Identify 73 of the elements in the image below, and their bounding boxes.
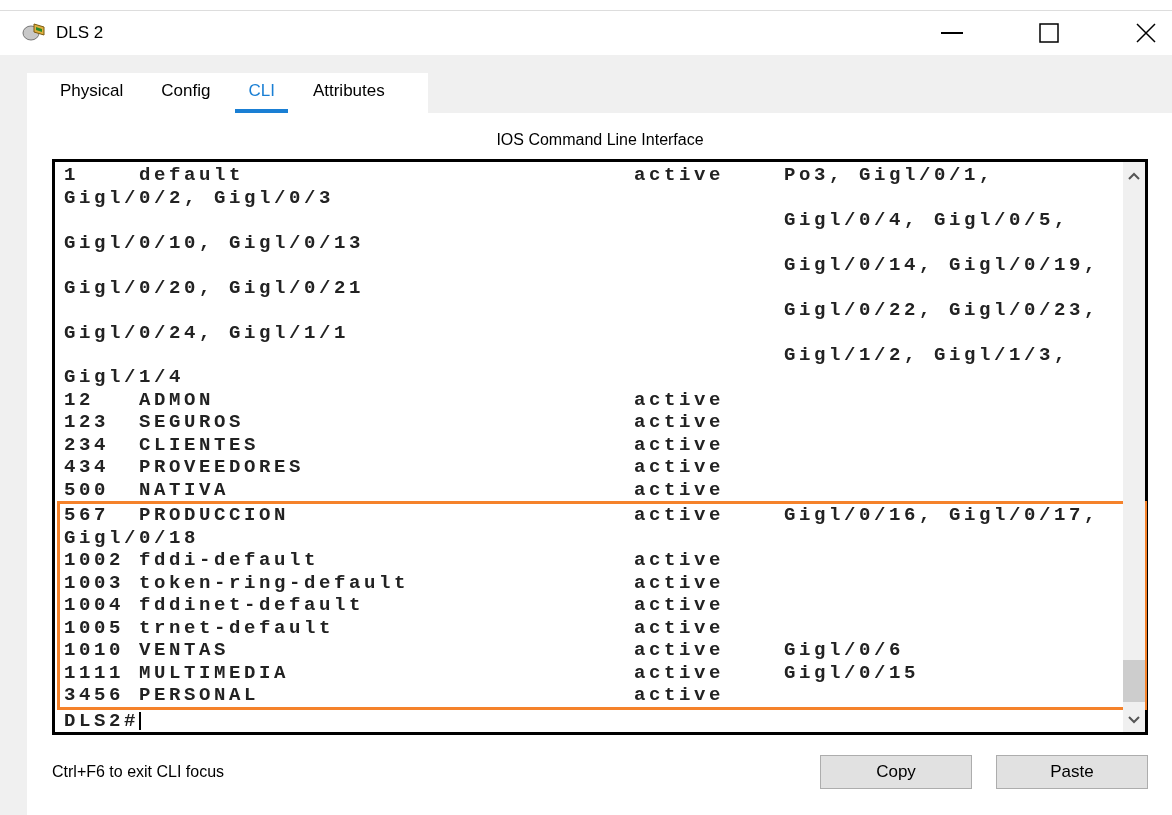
vlan-id: 1010 <box>64 639 125 662</box>
vlan-id: 3456 <box>64 684 125 707</box>
footer-button[interactable]: Paste <box>996 755 1148 789</box>
vlan-status: active <box>634 456 725 479</box>
vlan-ports: Po3, Gigl/0/1, <box>784 164 995 187</box>
vlan-status: active <box>634 504 725 527</box>
window-title: DLS 2 <box>56 23 105 43</box>
vlan-status: active <box>634 388 725 411</box>
vlan-id: 567 <box>64 504 110 527</box>
vlan-id: 434 <box>64 456 110 479</box>
close-icon[interactable] <box>1136 23 1156 43</box>
vlan-id: 1 <box>64 164 80 187</box>
vlan-status: active <box>634 616 725 639</box>
tab[interactable]: Config <box>148 73 224 113</box>
maximize-icon[interactable] <box>1039 23 1059 43</box>
vlan-name: trnet-default <box>139 616 336 639</box>
vlan-status: active <box>634 639 725 662</box>
vlan-status: active <box>634 571 725 594</box>
ports-overflow: Gigl/0/10, Gigl/0/13 <box>64 231 365 254</box>
vlan-name: MULTIMEDIA <box>139 661 291 684</box>
vlan-ports: Gigl/0/22, Gigl/0/23, <box>784 299 1100 322</box>
vlan-name: fddinet-default <box>139 594 366 617</box>
ports-overflow: Gigl/0/24, Gigl/1/1 <box>64 321 350 344</box>
vlan-id: 12 <box>64 388 95 411</box>
vlan-status: active <box>634 478 725 501</box>
vlan-name: ADMON <box>139 388 215 411</box>
vlan-status: active <box>634 594 725 617</box>
vlan-id: 234 <box>64 433 110 456</box>
vlan-ports: Gigl/0/6 <box>784 639 904 662</box>
panel-heading: IOS Command Line Interface <box>496 131 704 149</box>
vlan-status: active <box>634 549 725 572</box>
vlan-ports: Gigl/0/16, Gigl/0/17, <box>784 504 1100 527</box>
vlan-id: 1002 <box>64 549 125 572</box>
vlan-status: active <box>634 433 725 456</box>
focus-hint: Ctrl+F6 to exit CLI focus <box>52 763 226 781</box>
vlan-name: PRODUCCION <box>139 504 291 527</box>
terminal[interactable] <box>52 159 1148 735</box>
vlan-ports: Gigl/0/14, Gigl/0/19, <box>784 254 1100 277</box>
vlan-status: active <box>634 164 725 187</box>
vlan-name: fddi-default <box>139 549 321 572</box>
vlan-ports: Gigl/0/15 <box>784 661 920 684</box>
vlan-name: NATIVA <box>139 478 230 501</box>
scroll-thumb[interactable] <box>1123 660 1145 702</box>
ports-overflow: Gigl/0/2, Gigl/0/3 <box>64 186 335 209</box>
vlan-name: VENTAS <box>139 639 230 662</box>
scroll-up-icon[interactable] <box>1128 172 1140 180</box>
vlan-id: 1111 <box>64 661 125 684</box>
scrollbar[interactable] <box>1123 162 1145 732</box>
footer-button[interactable]: Copy <box>820 755 972 789</box>
vlan-id: 1003 <box>64 571 125 594</box>
vlan-status: active <box>634 411 725 434</box>
ports-overflow: Gigl/0/18 <box>64 526 200 549</box>
vlan-ports: Gigl/0/4, Gigl/0/5, <box>784 209 1070 232</box>
ports-overflow: Gigl/0/20, Gigl/0/21 <box>64 276 365 299</box>
vlan-name: default <box>139 164 245 187</box>
cli-prompt: DLS2# <box>64 709 139 732</box>
ports-overflow: Gigl/1/4 <box>64 366 184 389</box>
vlan-id: 1004 <box>64 594 125 617</box>
vlan-id: 1005 <box>64 616 125 639</box>
tab[interactable]: Attributes <box>299 73 398 113</box>
vlan-id: 500 <box>64 478 110 501</box>
scroll-down-icon[interactable] <box>1128 716 1140 724</box>
vlan-name: token-ring-default <box>139 571 411 594</box>
vlan-status: active <box>634 661 725 684</box>
vlan-name: PROVEEDORES <box>139 456 306 479</box>
vlan-name: PERSONAL <box>139 684 260 707</box>
vlan-name: SEGUROS <box>139 411 245 434</box>
vlan-ports: Gigl/1/2, Gigl/1/3, <box>784 344 1070 366</box>
vlan-status: active <box>634 684 725 707</box>
tab[interactable]: Physical <box>47 73 137 113</box>
vlan-id: 123 <box>64 411 110 434</box>
text-cursor <box>139 711 141 730</box>
vlan-name: CLIENTES <box>139 433 260 456</box>
